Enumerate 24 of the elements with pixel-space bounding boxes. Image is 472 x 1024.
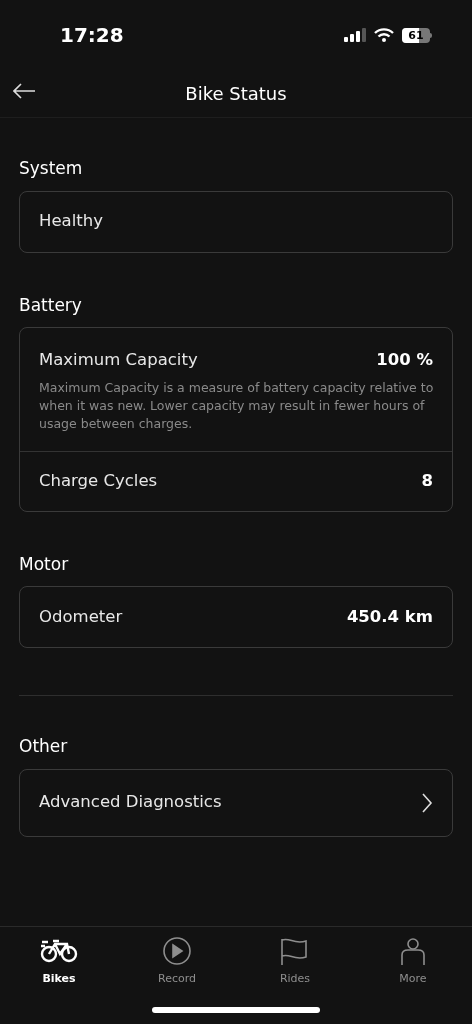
tab[interactable]: Rides: [236, 937, 354, 993]
row-value: 8: [421, 469, 433, 492]
description-text: Maximum Capacity is a measure of battery capacity relative to when it was new. Lower capacity may result in fewer hours of usage between charges.: [39, 378, 435, 433]
wifi-icon: [374, 28, 394, 42]
row-label: Maximum Capacity: [39, 349, 198, 371]
row-label: Charge Cycles: [39, 469, 158, 492]
page-title: Bike Status: [185, 82, 287, 106]
row-label: Healthy: [39, 210, 103, 233]
signal-icon: [344, 28, 366, 42]
tab[interactable]: More: [354, 937, 472, 993]
battery-level-text: 61: [408, 29, 424, 41]
section-title: System: [19, 157, 84, 180]
section-title: Motor: [19, 552, 70, 576]
chevron-right-icon: [421, 792, 433, 813]
tab[interactable]: Bikes: [0, 937, 118, 993]
row-value: 100 %: [376, 349, 433, 371]
tab[interactable]: Record: [118, 937, 236, 993]
menu-item[interactable]: Advanced Diagnostics: [20, 769, 452, 836]
row-label: Odometer: [39, 605, 123, 628]
section-title: Battery: [19, 293, 83, 317]
back-arrow-icon[interactable]: [13, 83, 36, 99]
row-value: 450.4 km: [346, 605, 433, 628]
section-title: Other: [19, 735, 69, 759]
status-time: 17:28: [60, 22, 124, 49]
